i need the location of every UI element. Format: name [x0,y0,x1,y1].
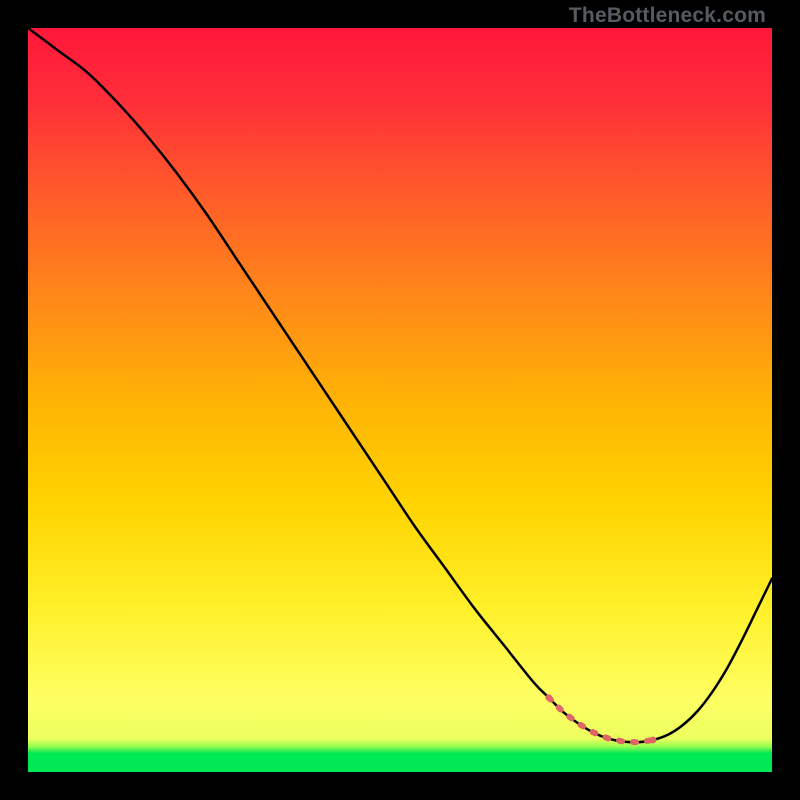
watermark-label: TheBottleneck.com [569,4,766,28]
gradient-background [28,28,772,772]
chart-frame [28,28,772,772]
bottleneck-chart [28,28,772,772]
optimal-range-start-dot [545,694,552,701]
optimal-range-end-dot [650,737,657,744]
